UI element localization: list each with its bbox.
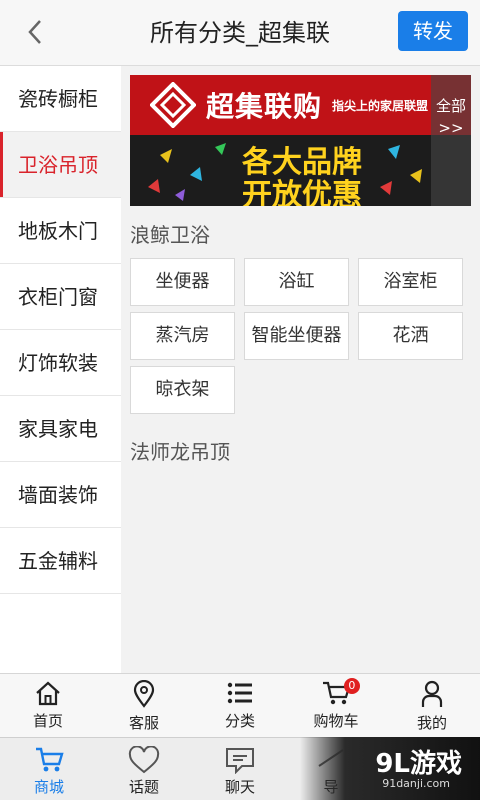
watermark-logo: 9L游戏 [375, 749, 462, 779]
sidebar-item-label: 瓷砖橱柜 [18, 87, 98, 111]
nav-profile[interactable]: 我的 [384, 674, 480, 737]
subcategory-shower[interactable]: 花洒 [358, 312, 463, 360]
nav-profile-label: 我的 [416, 714, 447, 732]
subcategory-clothes-rack[interactable]: 晾衣架 [130, 366, 235, 414]
bottom-nav: 首页 客服 分类 0 购物车 我的 [0, 673, 480, 737]
subcategory-smart-toilet[interactable]: 智能坐便器 [244, 312, 349, 360]
host-tab-chat-label: 聊天 [224, 778, 255, 796]
subcategory-toilet[interactable]: 坐便器 [130, 258, 235, 306]
nav-home-label: 首页 [32, 712, 63, 730]
host-tab-chat[interactable]: 聊天 [205, 746, 275, 797]
sidebar-item-label: 家具家电 [18, 417, 98, 441]
host-tab-mall-label: 商城 [33, 778, 64, 796]
sidebar-item-label: 地板木门 [18, 219, 98, 243]
heart-icon [128, 746, 160, 774]
sidebar-item-wardrobe-windows[interactable]: 衣柜门窗 [0, 264, 121, 330]
sidebar-item-tiles-cabinets[interactable]: 瓷砖橱柜 [0, 66, 121, 132]
sidebar-item-label: 墙面装饰 [18, 483, 98, 507]
active-indicator [0, 132, 3, 197]
list-icon [227, 682, 252, 704]
home-icon [36, 681, 60, 706]
category-content: 超集联购 指尖上的家居联盟 各大品牌 开放优惠 全部>> 浪鲸卫浴 坐便器 浴缸… [121, 66, 480, 673]
subcategory-steam-room[interactable]: 蒸汽房 [130, 312, 235, 360]
nav-home[interactable]: 首页 [0, 674, 96, 737]
sidebar-item-lighting-decor[interactable]: 灯饰软装 [0, 330, 121, 396]
nav-service[interactable]: 客服 [96, 674, 192, 737]
site-watermark: 9L游戏 91danji.com [300, 737, 480, 800]
location-pin-icon [133, 680, 155, 708]
subcategory-bathtub[interactable]: 浴缸 [244, 258, 349, 306]
sidebar-item-wall-decor[interactable]: 墙面装饰 [0, 462, 121, 528]
banner-promo-line2: 开放优惠 [242, 178, 362, 206]
nav-category-label: 分类 [224, 712, 255, 730]
nav-category[interactable]: 分类 [192, 674, 288, 737]
host-tab-topic[interactable]: 话题 [109, 746, 179, 797]
chat-icon [226, 748, 254, 774]
sidebar-item-label: 衣柜门窗 [18, 285, 98, 309]
category-sidebar: 瓷砖橱柜 卫浴吊顶 地板木门 衣柜门窗 灯饰软装 家具家电 墙面装饰 五金辅料 [0, 66, 121, 673]
sidebar-item-label: 灯饰软装 [18, 351, 98, 375]
user-icon [421, 680, 443, 707]
nav-cart-label: 购物车 [313, 712, 359, 730]
watermark-url: 91danji.com [382, 777, 450, 790]
all-categories-tab[interactable]: 全部>> [431, 75, 471, 206]
section-title-fashilong: 法师龙吊顶 [130, 440, 230, 464]
cart-count-badge: 0 [343, 678, 360, 694]
sidebar-item-label: 卫浴吊顶 [18, 153, 98, 177]
top-header: 所有分类_超集联 转发 [0, 0, 480, 66]
nav-service-label: 客服 [128, 714, 159, 732]
sidebar-item-bathroom-ceiling[interactable]: 卫浴吊顶 [0, 132, 121, 198]
sidebar-item-furniture-appliances[interactable]: 家具家电 [0, 396, 121, 462]
nav-cart[interactable]: 0 购物车 [288, 674, 384, 737]
sidebar-item-floor-doors[interactable]: 地板木门 [0, 198, 121, 264]
section-title-langjing: 浪鲸卫浴 [130, 223, 210, 247]
host-tab-mall[interactable]: 商城 [14, 746, 84, 797]
promo-banner[interactable]: 超集联购 指尖上的家居联盟 各大品牌 开放优惠 全部>> [130, 75, 471, 206]
sidebar-item-label: 五金辅料 [18, 549, 98, 573]
cart-icon [36, 747, 64, 772]
share-button[interactable]: 转发 [398, 11, 468, 51]
sidebar-item-hardware[interactable]: 五金辅料 [0, 528, 121, 594]
host-tab-topic-label: 话题 [128, 778, 159, 796]
subcategory-bathroom-cabinet[interactable]: 浴室柜 [358, 258, 463, 306]
